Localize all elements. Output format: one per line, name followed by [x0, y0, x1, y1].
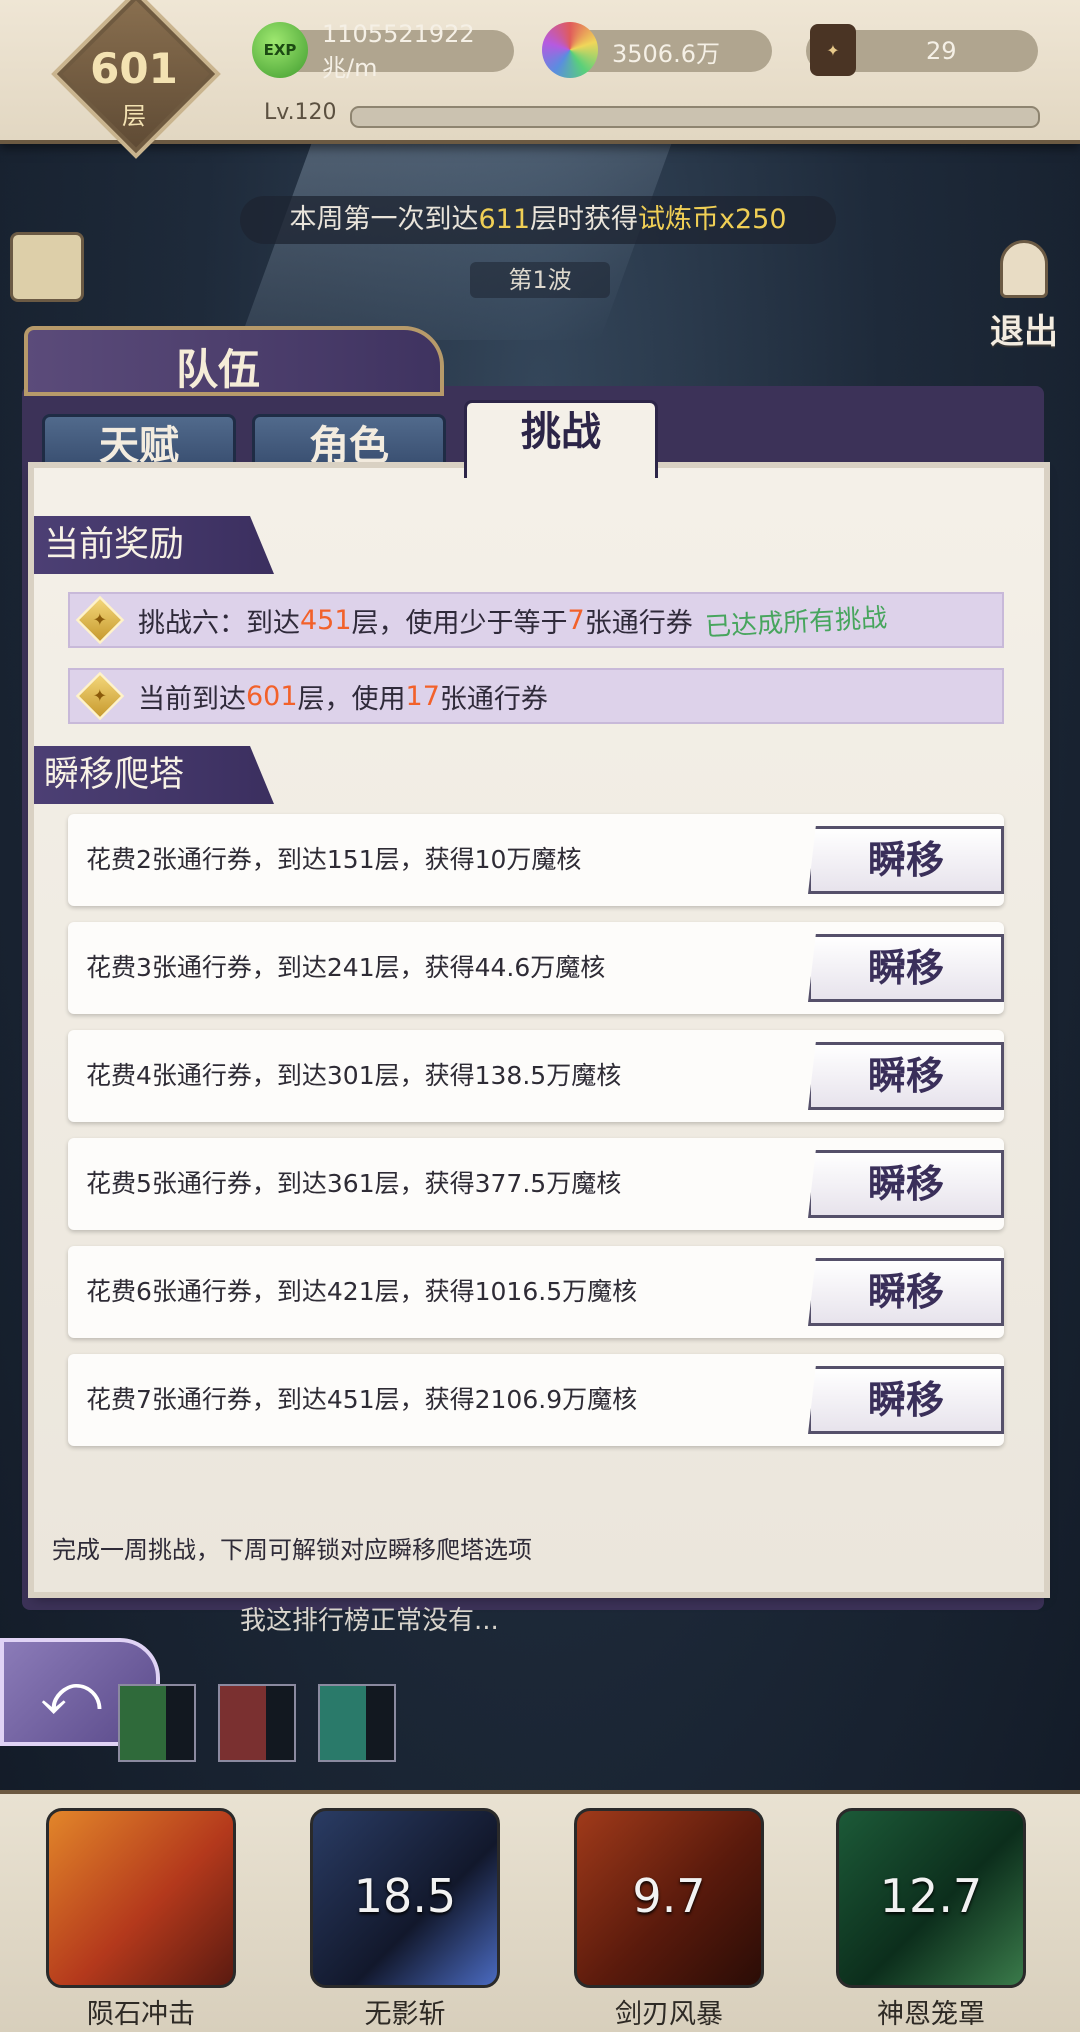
teleport-heading: 瞬移爬塔 [34, 746, 274, 804]
currency-stat: 3506.6万 [542, 22, 772, 78]
weekly-notice: 本周第一次到达611层时获得试炼币x250 [240, 196, 836, 244]
swoosh-arrow-icon: ⤺ [40, 1660, 103, 1728]
reward-row-current: ✦ 当前到达 601 层，使用 17 张通行券 [68, 668, 1004, 724]
reward-count: 17 [405, 680, 440, 712]
teleport-option-text: 花费6张通行券，到达421层，获得1016.5万魔核 [86, 1277, 638, 1306]
teleport-option: 花费2张通行券，到达151层，获得10万魔核 瞬移 [68, 814, 1004, 906]
reward-diamond-icon: ✦ [75, 595, 125, 645]
reward-text: 层，使用少于等于 [351, 607, 568, 639]
exp-stat: EXP 1105521922兆/m [252, 20, 514, 82]
skill-shadowless-slash[interactable]: 18.5 [310, 1808, 500, 1988]
notice-middle: 层时获得 [530, 204, 639, 235]
teleport-option-text: 花费4张通行券，到达301层，获得138.5万魔核 [86, 1061, 622, 1090]
floor-number: 601 [90, 44, 178, 93]
buff-slot[interactable] [318, 1684, 396, 1762]
teleport-option: 花费5张通行券，到达361层，获得377.5万魔核 瞬移 [68, 1138, 1004, 1230]
currency-value: 3506.6万 [612, 39, 720, 68]
reward-diamond-icon: ✦ [75, 671, 125, 721]
teleport-button[interactable]: 瞬移 [808, 1042, 1004, 1110]
teleport-button[interactable]: 瞬移 [808, 1258, 1004, 1326]
player-level: Lv.120 [264, 100, 337, 125]
skill-name: 剑刃风暴 [615, 1999, 723, 2030]
skill-name: 无影斩 [364, 1999, 446, 2030]
reward-text: 挑战六：到达 [138, 607, 300, 639]
skill-name: 神恩笼罩 [877, 1999, 985, 2030]
teleport-button[interactable]: 瞬移 [808, 826, 1004, 894]
skill-meteor-strike[interactable] [46, 1808, 236, 1988]
tab-talent[interactable]: 天赋 [42, 414, 236, 476]
teleport-button[interactable]: 瞬移 [808, 1150, 1004, 1218]
tab-challenge[interactable]: 挑战 [464, 400, 658, 478]
teleport-option: 花费4张通行券，到达301层，获得138.5万魔核 瞬移 [68, 1030, 1004, 1122]
reward-floor: 451 [300, 604, 352, 636]
exit-button[interactable]: 退出 [980, 240, 1068, 352]
reward-text: 张通行券 [439, 683, 548, 715]
skill-name: 陨石冲击 [87, 1999, 195, 2030]
reward-text: 层，使用 [297, 683, 406, 715]
unlock-footnote: 完成一周挑战，下周可解锁对应瞬移爬塔选项 [52, 1536, 532, 1564]
challenge-complete-status: 已达成所有挑战 [704, 602, 888, 643]
exit-icon [1000, 240, 1048, 298]
skill-divine-shelter[interactable]: 12.7 [836, 1808, 1026, 1988]
skill-cooldown: 18.5 [353, 1869, 457, 1923]
floor-badge: 601 层 [34, 0, 234, 159]
reward-count: 7 [567, 604, 585, 636]
teleport-option-text: 花费3张通行券，到达241层，获得44.6万魔核 [86, 953, 606, 982]
skill-blade-storm[interactable]: 9.7 [574, 1808, 764, 1988]
teleport-option-text: 花费5张通行券，到达361层，获得377.5万魔核 [86, 1169, 622, 1198]
reward-text: 当前到达 [138, 683, 246, 715]
reward-row-challenge: ✦ 挑战六：到达 451 层，使用少于等于 7 张通行券 已达成所有挑战 [68, 592, 1004, 648]
teleport-option: 花费7张通行券，到达451层，获得2106.9万魔核 瞬移 [68, 1354, 1004, 1446]
level-progress-bar [350, 106, 1040, 128]
background-chat-text: 我这排行榜正常没有... [240, 1606, 499, 1636]
feather-icon [320, 1686, 366, 1760]
top-status-bar: 601 层 EXP 1105521922兆/m 3506.6万 ✦ 29 Lv.… [0, 0, 1080, 159]
wave-indicator: 第1波 [470, 262, 610, 298]
notice-reward: 试炼币x250 [638, 204, 787, 235]
tickets-value: 29 [926, 37, 957, 65]
teleport-option-text: 花费7张通行券，到达451层，获得2106.9万魔核 [86, 1385, 638, 1414]
panel-title: 队伍 [175, 345, 260, 394]
calendar-icon[interactable] [10, 232, 84, 302]
current-reward-heading: 当前奖励 [34, 516, 274, 574]
teleport-option-text: 花费2张通行券，到达151层，获得10万魔核 [86, 845, 582, 874]
gift-box-icon [220, 1686, 266, 1760]
pass-book-icon: ✦ [810, 24, 856, 76]
buff-icon [120, 1686, 166, 1760]
exp-value: 1105521922兆/m [322, 19, 475, 82]
teleport-option: 花费3张通行券，到达241层，获得44.6万魔核 瞬移 [68, 922, 1004, 1014]
exp-heart-icon: EXP [252, 22, 308, 78]
teleport-button[interactable]: 瞬移 [808, 934, 1004, 1002]
teleport-option: 花费6张通行券，到达421层，获得1016.5万魔核 瞬移 [68, 1246, 1004, 1338]
ticket-stat: ✦ 29 [806, 24, 1038, 76]
skill-cooldown: 9.7 [632, 1869, 706, 1923]
teleport-button[interactable]: 瞬移 [808, 1366, 1004, 1434]
magic-core-gem-icon [542, 22, 598, 78]
panel-title-bar: 队伍 [24, 326, 444, 396]
tab-character[interactable]: 角色 [252, 414, 446, 476]
floor-unit: 层 [122, 102, 146, 130]
notice-floor: 611 [478, 204, 531, 235]
notice-prefix: 本周第一次到达 [289, 204, 479, 235]
buff-slot[interactable] [218, 1684, 296, 1762]
reward-text: 张通行券 [584, 607, 693, 639]
reward-floor: 601 [246, 680, 298, 712]
buff-slot[interactable] [118, 1684, 196, 1762]
skill-cooldown: 12.7 [879, 1869, 983, 1923]
exit-label: 退出 [990, 312, 1058, 352]
